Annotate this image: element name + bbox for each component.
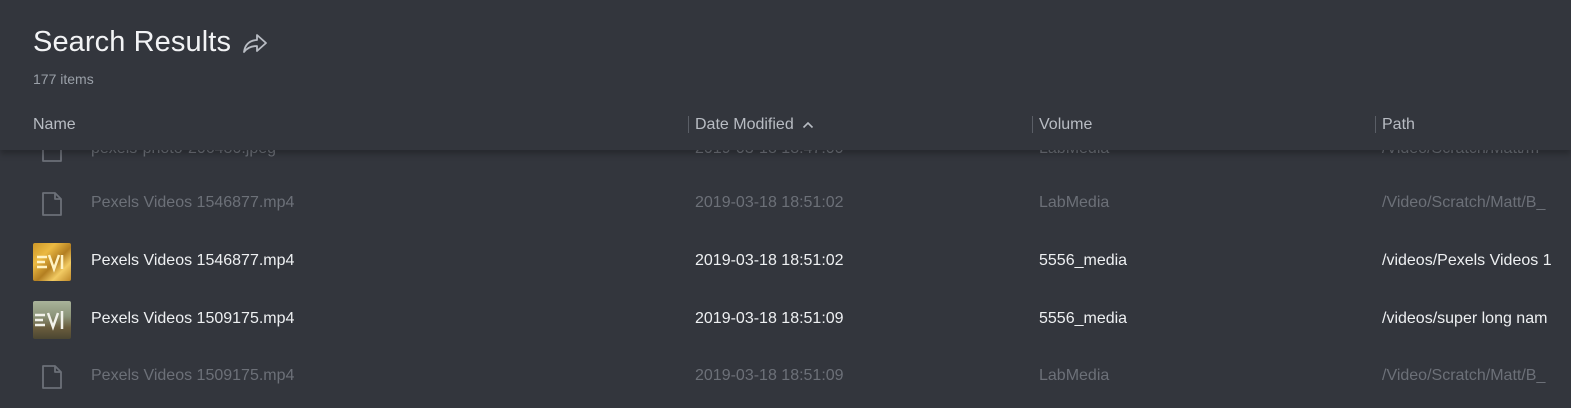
column-header-path-label: Path	[1382, 116, 1415, 133]
sort-ascending-icon	[802, 121, 814, 129]
video-thumbnail	[33, 243, 71, 281]
share-icon[interactable]	[241, 31, 269, 55]
row-path: /Video/Scratch/Matt/B_	[1382, 367, 1546, 384]
row-name: Pexels Videos 1546877.mp4	[91, 194, 295, 211]
column-header-date-label: Date Modified	[695, 116, 794, 133]
table-row[interactable]: Pexels Videos 1509175.mp4 2019-03-18 18:…	[0, 347, 1571, 405]
row-volume: LabMedia	[1039, 367, 1110, 384]
row-path: /videos/super long nam	[1382, 310, 1548, 327]
row-name: Pexels Videos 1546877.mp4	[91, 252, 295, 269]
row-path: /videos/Pexels Videos 1	[1382, 252, 1552, 269]
file-icon	[40, 191, 64, 217]
row-date: 2019-03-18 18:51:09	[695, 367, 844, 384]
column-header-path[interactable]: Path	[1382, 114, 1415, 136]
column-header-name-label: Name	[33, 116, 76, 133]
table-row[interactable]: Pexels Videos 1546877.mp4 2019-03-18 18:…	[0, 232, 1571, 290]
row-date: 2019-03-18 18:51:02	[695, 252, 844, 269]
table-row[interactable]: Pexels Videos 1546877.mp4 2019-03-18 18:…	[0, 174, 1571, 232]
table-row[interactable]: Pexels Videos 1509175.mp4 2019-03-18 18:…	[0, 290, 1571, 348]
column-resize-handle[interactable]	[688, 116, 689, 133]
row-name: Pexels Videos 1509175.mp4	[91, 310, 295, 327]
column-resize-handle[interactable]	[1032, 116, 1033, 133]
row-volume: 5556_media	[1039, 252, 1128, 269]
column-header-date-modified[interactable]: Date Modified	[695, 114, 814, 136]
row-path: /Video/Scratch/Matt/B_	[1382, 194, 1546, 211]
item-count: 177 items	[33, 71, 94, 87]
results-list[interactable]: pexels-photo-206480.jpeg 2019-03-18 18:4…	[0, 118, 1571, 408]
column-header-name[interactable]: Name	[33, 114, 76, 136]
row-volume: 5556_media	[1039, 310, 1128, 327]
file-icon	[40, 364, 64, 390]
title-row: Search Results	[33, 26, 269, 59]
results-header: Search Results 177 items Name Date Modif…	[0, 0, 1571, 150]
row-name: Pexels Videos 1509175.mp4	[91, 367, 295, 384]
row-date: 2019-03-18 18:51:02	[695, 194, 844, 211]
row-date: 2019-03-18 18:51:09	[695, 310, 844, 327]
column-header-volume-label: Volume	[1039, 116, 1093, 133]
column-header-volume[interactable]: Volume	[1039, 114, 1092, 136]
page-title: Search Results	[33, 26, 232, 58]
row-volume: LabMedia	[1039, 194, 1110, 211]
column-resize-handle[interactable]	[1375, 116, 1376, 133]
video-thumbnail	[33, 301, 71, 339]
